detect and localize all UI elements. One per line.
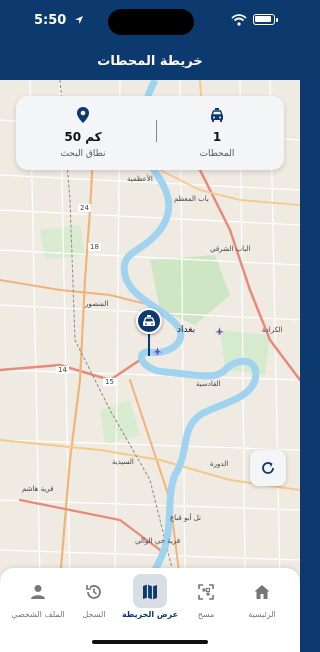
map-label: الباب الشرقي xyxy=(210,245,251,253)
map-label: الأعظمية xyxy=(127,175,153,183)
road-shield: 15 xyxy=(103,378,116,386)
person-icon xyxy=(31,585,45,599)
location-arrow-icon xyxy=(75,16,83,24)
map-label: القادسية xyxy=(196,380,221,388)
map-label: المنصور xyxy=(85,300,109,308)
stats-card: 50 كم نطاق البحث 1 المحطات xyxy=(16,96,284,170)
map-label: قرية حي الوالي xyxy=(135,537,181,545)
wifi-icon xyxy=(231,14,247,26)
tab-home[interactable]: الرئيسية xyxy=(232,568,292,638)
tab-label: الملف الشخصي xyxy=(11,610,65,619)
tab-scan[interactable]: مسح xyxy=(176,568,236,638)
map-label: قرية هاشم xyxy=(22,485,54,493)
stations-count: 1 xyxy=(212,130,222,144)
search-range-stat: 50 كم نطاق البحث xyxy=(16,96,150,170)
page-title: خريطة المحطات xyxy=(97,54,203,69)
map-label: تل أبو قباع xyxy=(170,514,201,522)
stations-label: المحطات xyxy=(199,149,235,159)
nav-header: خريطة المحطات xyxy=(0,44,300,80)
map-icon xyxy=(143,584,157,600)
station-marker[interactable] xyxy=(136,308,162,334)
stations-stat: 1 المحطات xyxy=(150,96,284,170)
tab-profile[interactable]: الملف الشخصي xyxy=(8,568,68,638)
tab-label: السجل xyxy=(82,610,106,619)
scan-icon xyxy=(198,584,214,600)
status-bar: 5:50 xyxy=(0,0,300,44)
tab-label: مسح xyxy=(197,610,215,619)
marker-stem xyxy=(148,334,150,356)
airport-icon xyxy=(215,327,224,336)
map-label: الدورة xyxy=(210,460,229,468)
history-icon xyxy=(86,585,101,599)
tab-label: الرئيسية xyxy=(248,610,276,619)
road-shield: 18 xyxy=(88,243,101,251)
map-label: السيدية xyxy=(112,458,134,466)
status-time: 5:50 xyxy=(34,13,67,28)
tab-map[interactable]: عرض الخريطة xyxy=(120,568,180,638)
map-label: بغداد xyxy=(177,325,196,335)
location-pin-icon xyxy=(77,107,89,123)
battery-icon xyxy=(253,14,278,25)
home-indicator xyxy=(92,640,208,644)
road-shield: 14 xyxy=(56,366,69,374)
map-label: الكرادة xyxy=(262,326,283,334)
refresh-icon xyxy=(262,462,274,474)
taxi-icon xyxy=(143,315,155,326)
road-shield: 24 xyxy=(78,204,91,212)
search-range-value: 50 كم xyxy=(64,130,102,144)
search-range-label: نطاق البحث xyxy=(60,149,106,159)
refresh-button[interactable] xyxy=(250,450,286,486)
taxi-icon xyxy=(210,108,224,122)
map-label: باب المعظم xyxy=(174,195,209,203)
tab-history[interactable]: السجل xyxy=(64,568,124,638)
airport-icon xyxy=(153,347,162,356)
home-icon xyxy=(254,585,270,599)
camera-notch xyxy=(108,9,194,35)
tab-label: عرض الخريطة xyxy=(121,610,179,619)
